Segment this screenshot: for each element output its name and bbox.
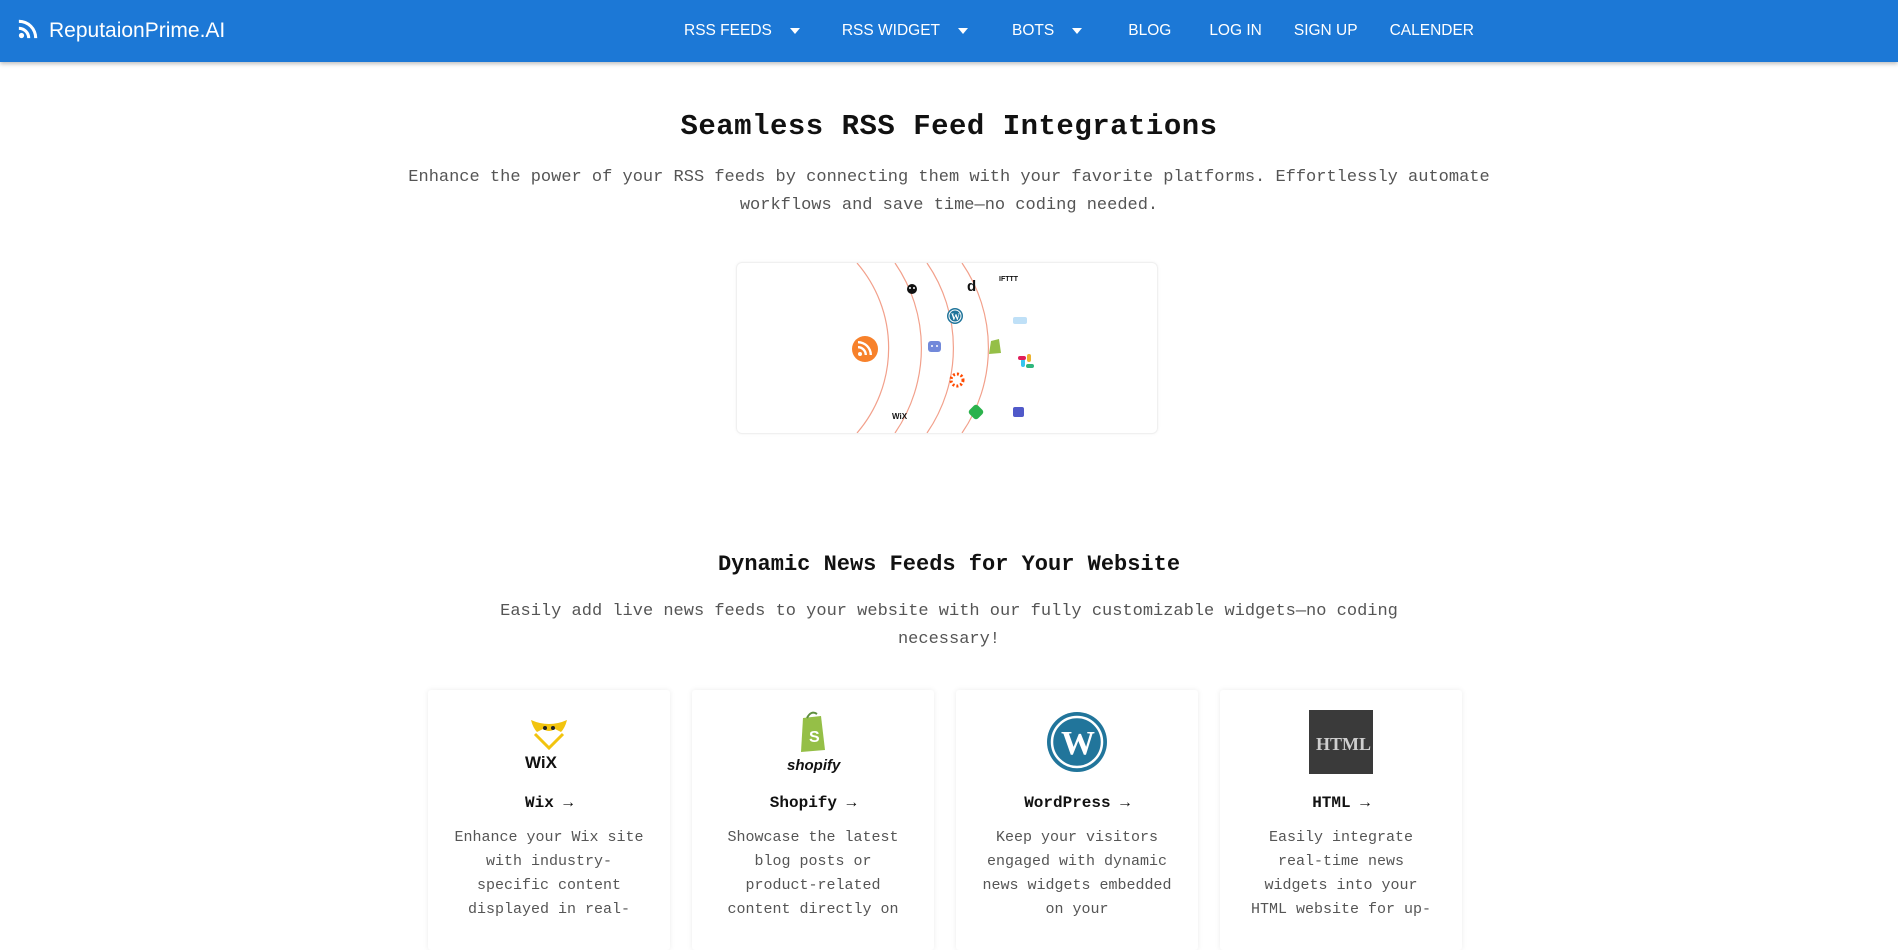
card-html[interactable]: HTML HTML → Easily integrate real-time n… bbox=[1220, 690, 1462, 950]
bubble-icon bbox=[1013, 317, 1027, 324]
shopify-logo-icon: S shopify bbox=[787, 711, 841, 774]
main-nav: RSS FEEDS RSS WIDGET BOTS BLOG LOG IN SI… bbox=[684, 0, 1490, 62]
svg-text:W: W bbox=[1061, 725, 1095, 762]
nav-sign-up[interactable]: SIGN UP bbox=[1294, 0, 1374, 62]
nav-rss-feeds[interactable]: RSS FEEDS bbox=[684, 0, 816, 62]
caret-down-icon bbox=[789, 28, 800, 34]
svg-text:W: W bbox=[951, 312, 960, 322]
nav-log-in[interactable]: LOG IN bbox=[1209, 0, 1278, 62]
svg-text:shopify: shopify bbox=[787, 757, 841, 774]
nav-label: RSS WIDGET bbox=[841, 22, 941, 39]
rss-feed-icon bbox=[852, 336, 878, 362]
html-logo-icon: HTML bbox=[1309, 710, 1373, 774]
zapier-icon bbox=[949, 372, 965, 388]
svg-text:d: d bbox=[967, 278, 976, 295]
top-navbar: ReputaionPrime.AI RSS FEEDS RSS WIDGET B… bbox=[0, 0, 1898, 62]
hootsuite-icon bbox=[907, 284, 917, 294]
discord-icon bbox=[928, 341, 941, 352]
feedly-icon bbox=[968, 404, 984, 420]
slack-icon bbox=[1018, 354, 1034, 368]
card-title[interactable]: Wix → bbox=[428, 794, 670, 812]
card-wordpress[interactable]: W WordPress → Keep your visitors engaged… bbox=[956, 690, 1198, 950]
brand-link[interactable]: ReputaionPrime.AI bbox=[18, 18, 225, 44]
card-wix[interactable]: WiX Wix → Enhance your Wix site with ind… bbox=[428, 690, 670, 950]
rss-icon bbox=[18, 18, 39, 45]
nav-calender[interactable]: CALENDER bbox=[1390, 0, 1490, 62]
caret-down-icon bbox=[1072, 28, 1083, 34]
wordpress-small-icon: W bbox=[947, 308, 963, 324]
nav-bots[interactable]: BOTS bbox=[1012, 0, 1098, 62]
shopify-small-icon bbox=[989, 339, 1001, 354]
teams-icon bbox=[1013, 407, 1024, 417]
integrations-title: Seamless RSS Feed Integrations bbox=[680, 110, 1218, 143]
card-shopify[interactable]: S shopify Shopify → Showcase the latest … bbox=[692, 690, 934, 950]
ifttt-icon: IFTTT bbox=[999, 276, 1019, 283]
nav-label: RSS FEEDS bbox=[684, 22, 772, 39]
integrations-description: Enhance the power of your RSS feeds by c… bbox=[408, 168, 1490, 215]
widget-cards: WiX Wix → Enhance your Wix site with ind… bbox=[428, 690, 1462, 950]
svg-text:IFTTT: IFTTT bbox=[999, 276, 1019, 283]
svg-text:HTML: HTML bbox=[1316, 734, 1371, 754]
d-icon: d bbox=[967, 278, 976, 295]
card-title[interactable]: HTML → bbox=[1220, 794, 1462, 812]
brand-name: ReputaionPrime.AI bbox=[49, 19, 226, 42]
card-description: Showcase the latest blog posts or produc… bbox=[727, 829, 899, 918]
card-description: Enhance your Wix site with industry-spec… bbox=[454, 829, 644, 918]
wix-logo-icon: WiX bbox=[525, 720, 567, 772]
nav-label: BOTS bbox=[1012, 22, 1055, 39]
svg-text:WiX: WiX bbox=[892, 412, 908, 421]
wordpress-logo-icon: W bbox=[1047, 712, 1107, 772]
integrations-graphic: d IFTTT W WiX bbox=[736, 262, 1158, 434]
card-description: Easily integrate real-time news widgets … bbox=[1250, 829, 1432, 918]
svg-text:WiX: WiX bbox=[525, 753, 558, 772]
widgets-title: Dynamic News Feeds for Your Website bbox=[717, 552, 1181, 577]
card-description: Keep your visitors engaged with dynamic … bbox=[982, 829, 1172, 918]
caret-down-icon bbox=[958, 28, 969, 34]
card-title[interactable]: Shopify → bbox=[692, 794, 934, 812]
nav-rss-widget[interactable]: RSS WIDGET bbox=[842, 0, 984, 62]
wix-small-icon: WiX bbox=[892, 412, 908, 421]
card-title[interactable]: WordPress → bbox=[956, 794, 1198, 812]
nav-blog[interactable]: BLOG bbox=[1128, 0, 1187, 62]
widgets-description: Easily add live news feeds to your websi… bbox=[500, 602, 1398, 649]
svg-text:S: S bbox=[809, 729, 820, 746]
